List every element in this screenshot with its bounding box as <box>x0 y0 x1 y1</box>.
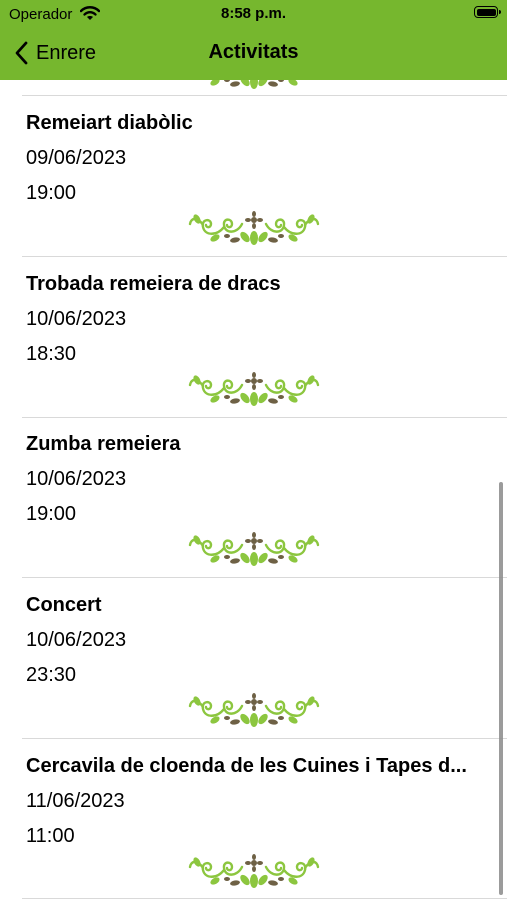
scrollbar[interactable] <box>499 482 503 895</box>
battery-icon <box>474 6 501 18</box>
nav-bar: Enrere Activitats <box>0 30 507 76</box>
ornament-icon <box>188 531 320 568</box>
row-divider <box>22 898 507 899</box>
row-divider <box>22 417 507 418</box>
activity-date: 11/06/2023 <box>26 790 125 812</box>
list-item[interactable]: Trobada remeiera de dracs 10/06/2023 18:… <box>0 273 507 433</box>
row-divider <box>22 256 507 257</box>
ornament-icon <box>188 371 320 408</box>
activity-title: Zumba remeiera <box>26 433 181 455</box>
activity-title: Remeiart diabòlic <box>26 112 193 134</box>
activity-title: Concert <box>26 594 102 616</box>
activity-time: 11:00 <box>26 825 75 847</box>
ornament-icon <box>188 853 320 890</box>
activity-date: 10/06/2023 <box>26 629 127 651</box>
activity-time: 23:30 <box>26 664 77 686</box>
status-bar: Operador 8:58 p.m. <box>0 0 507 28</box>
ornament-icon <box>188 80 320 91</box>
activities-list[interactable]: Remeiart diabòlic 09/06/2023 19:00 Troba… <box>0 80 507 900</box>
list-item[interactable]: Cercavila de cloenda de les Cuines i Tap… <box>0 755 507 900</box>
row-divider <box>22 577 507 578</box>
activity-time: 18:30 <box>26 343 77 365</box>
status-time: 8:58 p.m. <box>220 5 287 22</box>
activity-title: Cercavila de cloenda de les Cuines i Tap… <box>26 755 467 777</box>
row-divider <box>22 95 507 96</box>
list-item[interactable]: Remeiart diabòlic 09/06/2023 19:00 <box>0 112 507 272</box>
activity-date: 09/06/2023 <box>26 147 127 169</box>
ornament-icon <box>188 692 320 729</box>
navigation-header: Operador 8:58 p.m. Enrere Activitats <box>0 0 507 80</box>
list-item[interactable]: Concert 10/06/2023 23:30 <box>0 594 507 754</box>
row-divider <box>22 738 507 739</box>
activity-date: 10/06/2023 <box>26 468 127 490</box>
activity-title: Trobada remeiera de dracs <box>26 273 281 295</box>
page-title: Activitats <box>208 41 299 63</box>
list-item[interactable]: Zumba remeiera 10/06/2023 19:00 <box>0 433 507 593</box>
activity-time: 19:00 <box>26 503 77 525</box>
activity-time: 19:00 <box>26 182 77 204</box>
activity-date: 10/06/2023 <box>26 308 127 330</box>
ornament-icon <box>188 210 320 247</box>
